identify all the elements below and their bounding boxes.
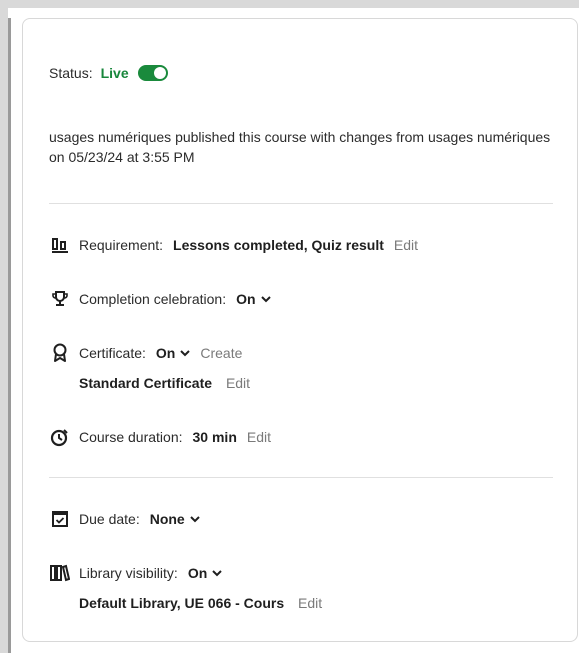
requirement-value: Lessons completed, Quiz result	[173, 237, 384, 253]
library-names: Default Library, UE 066 - Cours	[79, 595, 285, 611]
requirement-label: Requirement:	[79, 237, 164, 253]
course-settings-card: Status: Live usages numériques published…	[22, 18, 578, 642]
trophy-icon	[49, 289, 71, 309]
duration-edit-link[interactable]: Edit	[247, 429, 271, 445]
certificate-edit-link[interactable]: Edit	[226, 375, 250, 391]
award-ribbon-icon	[49, 343, 71, 363]
library-detail: Default Library, UE 066 - Cours Edit	[79, 595, 322, 611]
library-books-icon	[49, 563, 71, 583]
duration-value: 30 min	[192, 429, 237, 445]
due-date-row: Due date: None	[49, 509, 200, 529]
library-edit-link[interactable]: Edit	[298, 595, 322, 611]
library-label: Library visibility:	[79, 565, 178, 581]
certificate-create-link[interactable]: Create	[200, 345, 242, 361]
divider	[49, 477, 553, 478]
certificate-name: Standard Certificate	[79, 375, 213, 391]
status-label: Status:	[49, 65, 93, 81]
due-date-value[interactable]: None	[150, 511, 185, 527]
divider	[49, 203, 553, 204]
status-toggle[interactable]	[137, 65, 168, 81]
left-edge-rule	[8, 18, 11, 653]
chevron-down-icon[interactable]	[260, 295, 271, 303]
bar-chart-icon	[49, 235, 71, 255]
celebration-row: Completion celebration: On	[49, 289, 271, 309]
celebration-label: Completion celebration:	[79, 291, 227, 307]
duration-label: Course duration:	[79, 429, 183, 445]
certificate-value[interactable]: On	[156, 345, 175, 361]
chevron-down-icon[interactable]	[212, 569, 222, 577]
certificate-label: Certificate:	[79, 345, 146, 361]
requirement-edit-link[interactable]: Edit	[394, 237, 418, 253]
chevron-down-icon[interactable]	[180, 349, 191, 357]
library-row: Library visibility: On	[49, 563, 222, 583]
library-value[interactable]: On	[188, 565, 207, 581]
duration-row: Course duration: 30 min Edit	[49, 427, 271, 447]
status-row: Status: Live	[49, 65, 168, 81]
certificate-detail: Standard Certificate Edit	[79, 375, 250, 391]
due-date-label: Due date:	[79, 511, 140, 527]
calendar-check-icon	[49, 509, 71, 529]
chevron-down-icon[interactable]	[190, 515, 200, 523]
stopwatch-icon	[49, 427, 71, 447]
status-value: Live	[100, 65, 129, 81]
celebration-value[interactable]: On	[236, 291, 255, 307]
publish-note: usages numériques published this course …	[49, 129, 551, 165]
toggle-knob	[153, 67, 166, 79]
certificate-row: Certificate: On Create	[49, 343, 242, 363]
requirement-row: Requirement: Lessons completed, Quiz res…	[49, 235, 418, 255]
